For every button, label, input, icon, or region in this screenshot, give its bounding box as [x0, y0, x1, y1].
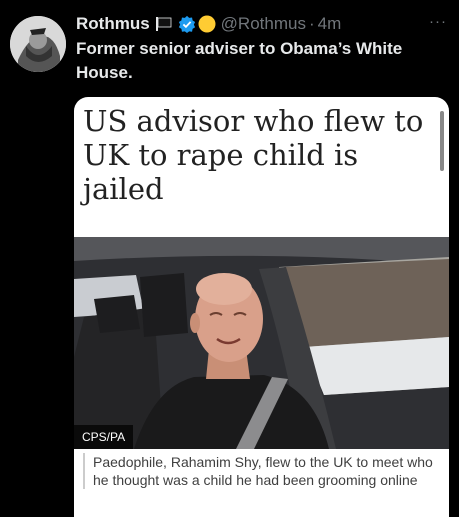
separator: · — [308, 14, 315, 33]
photo-credit: CPS/PA — [74, 425, 134, 449]
photo-image — [74, 237, 449, 449]
tweet-header: Rothmus @Rothmus · 4m ··· — [76, 13, 449, 35]
avatar-image — [10, 16, 66, 72]
article-photo[interactable]: CPS/PA — [74, 237, 449, 449]
scrollbar-thumb — [440, 111, 444, 171]
display-name[interactable]: Rothmus — [76, 14, 150, 34]
black-flag-icon — [155, 16, 173, 32]
smiley-emoji-icon — [198, 15, 216, 33]
article-headline: US advisor who flew to UK to rape child … — [83, 104, 424, 206]
handle[interactable]: @Rothmus — [221, 14, 306, 34]
photo-caption: Paedophile, Rahamim Shy, flew to the UK … — [83, 453, 443, 489]
tweet-text: Former senior adviser to Obama’s White H… — [76, 39, 403, 82]
media-card[interactable]: US advisor who flew to UK to rape child … — [74, 97, 449, 517]
timestamp[interactable]: 4m — [318, 14, 342, 34]
more-icon[interactable]: ··· — [429, 13, 447, 30]
verified-badge-icon[interactable] — [178, 15, 196, 33]
avatar[interactable] — [10, 16, 66, 72]
